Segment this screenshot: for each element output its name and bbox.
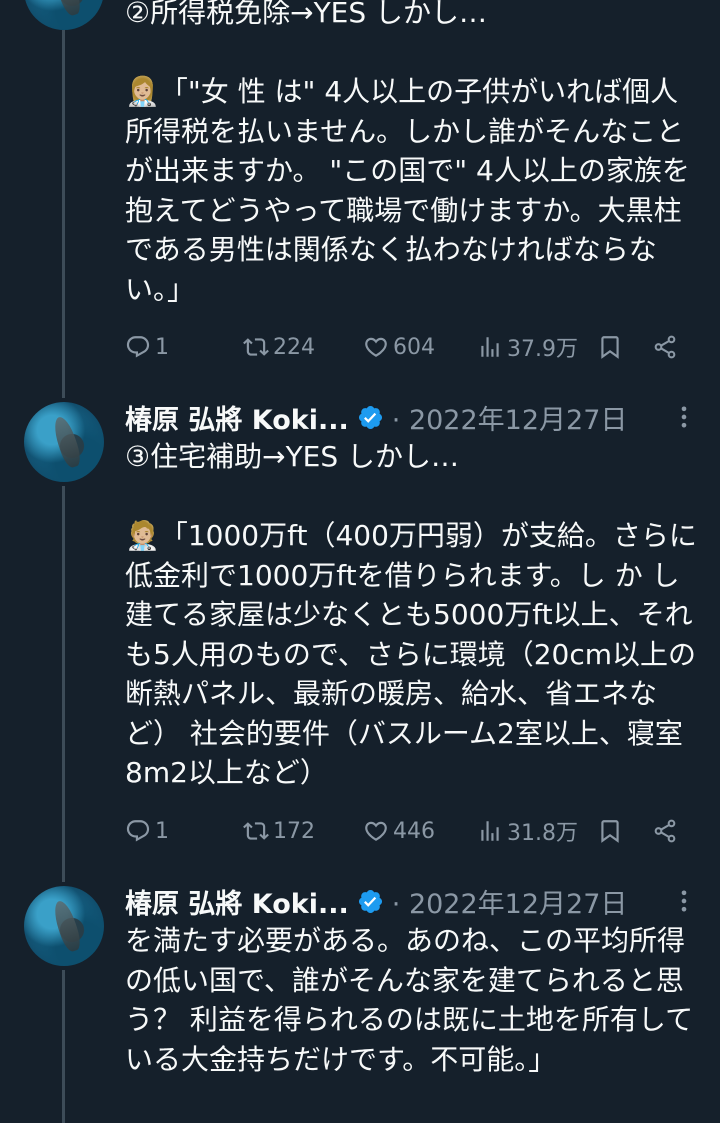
reply-button[interactable]: 1: [125, 811, 169, 851]
tweet-text: ②所得税免除→YES しかし… 👩🏼‍⚕️「"女 性 は" 4人以上の子供がいれ…: [125, 0, 690, 306]
thread-line: [62, 970, 65, 1123]
verified-badge-icon: [357, 404, 384, 431]
tweet[interactable]: ②所得税免除→YES しかし… 👩🏼‍⚕️「"女 性 は" 4人以上の子供がいれ…: [125, 0, 700, 309]
bookmark-button[interactable]: [597, 811, 623, 851]
tweet-actions: 1 172 446 31.8万: [125, 811, 700, 851]
views-button[interactable]: 37.9万: [477, 327, 578, 367]
tweet-date[interactable]: · 2022年12月27日: [392, 882, 628, 921]
share-button[interactable]: [652, 811, 678, 851]
like-count: 604: [393, 334, 435, 360]
like-button[interactable]: 446: [363, 811, 435, 851]
tweet-text: ③住宅補助→YES しかし… 🧑🏼‍⚕️「1000万ft（400万円弱）が支給。…: [125, 440, 697, 789]
retweet-count: 224: [273, 334, 315, 360]
like-button[interactable]: 604: [363, 327, 435, 367]
retweet-button[interactable]: 172: [243, 811, 315, 851]
avatar[interactable]: [24, 0, 104, 30]
reply-icon: [126, 336, 150, 358]
tweet-header: 椿原 弘將 Koki... · 2022年12月27日: [125, 881, 700, 921]
more-icon[interactable]: [670, 403, 698, 431]
more-icon[interactable]: [670, 887, 698, 915]
view-count: 31.8万: [507, 821, 578, 846]
views-icon: [481, 337, 499, 357]
view-count: 37.9万: [507, 337, 578, 362]
author-name[interactable]: 椿原 弘將 Koki...: [125, 882, 349, 921]
reply-count: 1: [155, 818, 169, 844]
tweet-date[interactable]: · 2022年12月27日: [392, 398, 628, 437]
tweet[interactable]: 椿原 弘將 Koki... · 2022年12月27日 ③住宅補助→YES しか…: [125, 397, 700, 793]
author-name[interactable]: 椿原 弘將 Koki...: [125, 398, 349, 437]
retweet-icon: [243, 338, 269, 356]
retweet-button[interactable]: 224: [243, 327, 315, 367]
verified-badge-icon: [357, 888, 384, 915]
heart-icon: [365, 337, 387, 357]
tweet-actions: 1 224 604 37.9万: [125, 327, 700, 367]
share-button[interactable]: [652, 327, 678, 367]
bookmark-icon: [601, 820, 619, 843]
reply-count: 1: [155, 334, 169, 360]
reply-icon: [126, 820, 150, 842]
avatar[interactable]: [24, 402, 104, 482]
tweet-text: を満たす必要がある。あのね、この平均所得の低い国で、誰がそんな家を建てられると思…: [125, 924, 694, 1076]
thread-line: [62, 486, 65, 882]
avatar[interactable]: [24, 886, 104, 966]
retweet-count: 172: [273, 818, 315, 844]
thread-line: [62, 30, 65, 398]
bookmark-icon: [601, 336, 619, 359]
views-button[interactable]: 31.8万: [477, 811, 578, 851]
reply-button[interactable]: 1: [125, 327, 169, 367]
share-icon: [654, 819, 676, 843]
bookmark-button[interactable]: [597, 327, 623, 367]
tweet[interactable]: 椿原 弘將 Koki... · 2022年12月27日 を満たす必要がある。あの…: [125, 881, 700, 1079]
heart-icon: [365, 821, 387, 841]
tweet-header: 椿原 弘將 Koki... · 2022年12月27日: [125, 397, 700, 437]
share-icon: [654, 335, 676, 359]
retweet-icon: [243, 822, 269, 840]
views-icon: [481, 821, 499, 841]
like-count: 446: [393, 818, 435, 844]
